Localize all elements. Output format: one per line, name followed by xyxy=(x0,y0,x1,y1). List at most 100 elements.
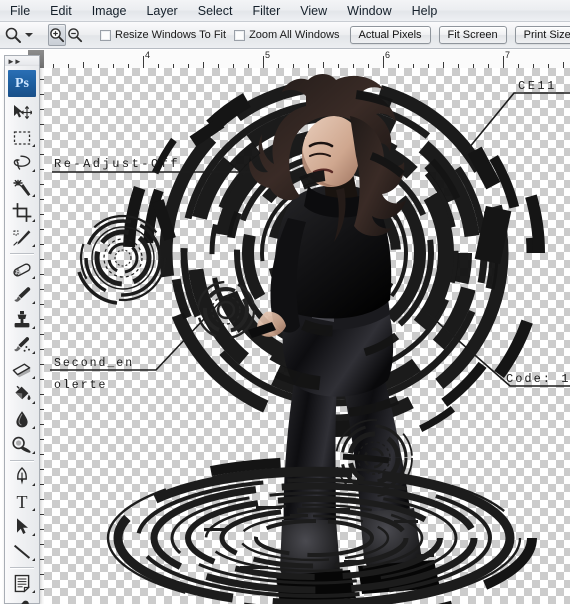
actual-pixels-button[interactable]: Actual Pixels xyxy=(349,26,431,44)
hud-label-top-left: Re-Adjust-Off xyxy=(54,157,178,171)
photoshop-logo-text: Ps xyxy=(15,75,29,91)
healing-brush-tool-icon xyxy=(13,262,31,277)
dodge-tool[interactable] xyxy=(5,432,39,457)
rectangular-marquee-tool[interactable] xyxy=(5,125,39,150)
toolbox-panel: Ps T xyxy=(4,66,40,604)
brush-tool-icon xyxy=(14,286,31,302)
photoshop-window: File Edit Image Layer Select Filter View… xyxy=(0,0,570,604)
artwork-layer: Re-Adjust-Off Second_en olerte CE11 Code… xyxy=(50,68,570,604)
expand-arrows-icon: ►► xyxy=(7,56,22,66)
fit-screen-button[interactable]: Fit Screen xyxy=(438,26,507,44)
eyedropper-tool-icon xyxy=(21,600,29,604)
zoom-in-icon xyxy=(50,28,65,43)
marquee-tool-icon xyxy=(13,130,31,145)
horizontal-ruler[interactable]: 4567 xyxy=(44,50,570,69)
menu-file[interactable]: File xyxy=(1,2,39,20)
clone-stamp-tool[interactable] xyxy=(5,307,39,332)
slice-tool[interactable] xyxy=(5,225,39,250)
flyout-indicator xyxy=(32,301,35,304)
menu-layer[interactable]: Layer xyxy=(137,2,186,20)
flyout-indicator xyxy=(32,401,35,404)
healing-brush-tool[interactable] xyxy=(5,257,39,282)
hud-label-mid-left: Second_en xyxy=(54,357,134,370)
flyout-indicator xyxy=(32,169,35,172)
flyout-indicator xyxy=(32,219,35,222)
history-brush-tool[interactable] xyxy=(5,332,39,357)
hud-label-bottom-right: Code: 1 xyxy=(506,372,570,386)
hud-leader-top-right xyxy=(463,92,570,155)
flyout-indicator xyxy=(32,426,35,429)
flyout-indicator xyxy=(32,533,35,536)
photoshop-logo: Ps xyxy=(8,70,36,97)
horizontal-type-tool[interactable]: T xyxy=(5,489,39,514)
flyout-indicator xyxy=(32,144,35,147)
flyout-indicator xyxy=(32,451,35,454)
line-tool-icon xyxy=(13,544,31,559)
flyout-indicator xyxy=(32,483,35,486)
zoom-in-button[interactable] xyxy=(48,24,66,46)
menu-edit[interactable]: Edit xyxy=(41,2,81,20)
eyedropper-tool[interactable] xyxy=(5,596,39,604)
flyout-indicator xyxy=(32,244,35,247)
menu-help[interactable]: Help xyxy=(403,2,447,20)
zoom-out-button[interactable] xyxy=(66,24,84,46)
flyout-indicator xyxy=(32,376,35,379)
notes-tool-icon xyxy=(14,574,30,593)
checkbox-resize-windows-to-fit[interactable]: Resize Windows To Fit xyxy=(100,29,226,41)
checkbox-box-resize-windows[interactable] xyxy=(100,29,111,41)
dodge-tool-icon xyxy=(12,436,31,453)
flyout-indicator xyxy=(32,276,35,279)
lasso-tool[interactable] xyxy=(5,150,39,175)
paint-bucket-tool[interactable] xyxy=(5,382,39,407)
menu-window[interactable]: Window xyxy=(338,2,400,20)
notes-tool[interactable] xyxy=(5,571,39,596)
type-tool-icon: T xyxy=(17,492,28,511)
active-tool-preset[interactable] xyxy=(4,24,22,46)
print-size-button[interactable]: Print Size xyxy=(514,26,570,44)
flyout-indicator xyxy=(32,194,35,197)
paint-bucket-tool-icon xyxy=(15,385,31,400)
magic-wand-tool[interactable] xyxy=(5,175,39,200)
zoom-tool-icon xyxy=(5,27,21,43)
crop-tool-icon xyxy=(12,203,32,222)
flyout-indicator xyxy=(32,351,35,354)
hud-dial-left xyxy=(77,214,167,305)
slice-tool-icon xyxy=(13,229,31,246)
options-bar: Resize Windows To Fit Zoom All Windows A… xyxy=(0,22,570,49)
checkbox-box-zoom-all-windows[interactable] xyxy=(234,29,246,41)
document-canvas[interactable]: Re-Adjust-Off Second_en olerte CE11 Code… xyxy=(44,68,570,604)
flyout-indicator xyxy=(32,590,35,593)
flyout-indicator xyxy=(32,508,35,511)
hud-label-top-right: CE11 xyxy=(518,79,557,93)
toolbox-divider-1 xyxy=(10,253,34,254)
blur-tool[interactable] xyxy=(5,407,39,432)
checkbox-label-resize-windows: Resize Windows To Fit xyxy=(115,29,227,41)
pen-tool-icon xyxy=(17,467,27,485)
move-tool[interactable] xyxy=(5,100,39,125)
line-tool[interactable] xyxy=(5,539,39,564)
checkbox-label-zoom-all-windows: Zoom All Windows xyxy=(249,29,340,41)
toolbox-divider-3 xyxy=(10,567,34,568)
clone-stamp-tool-icon xyxy=(14,311,30,328)
hud-label-mid-left-2: olerte xyxy=(54,379,107,392)
menu-filter[interactable]: Filter xyxy=(243,2,289,20)
crop-tool[interactable] xyxy=(5,200,39,225)
eraser-tool[interactable] xyxy=(5,357,39,382)
history-brush-tool-icon xyxy=(14,336,30,352)
eraser-tool-icon xyxy=(12,363,31,377)
chevron-down-icon[interactable] xyxy=(25,33,33,37)
menu-image[interactable]: Image xyxy=(83,2,136,20)
flyout-indicator xyxy=(32,326,35,329)
magic-wand-tool-icon xyxy=(13,179,31,196)
brush-tool[interactable] xyxy=(5,282,39,307)
flyout-indicator xyxy=(32,558,35,561)
pen-tool[interactable] xyxy=(5,464,39,489)
checkbox-zoom-all-windows[interactable]: Zoom All Windows xyxy=(234,29,340,41)
path-selection-tool-icon xyxy=(17,518,28,534)
menu-select[interactable]: Select xyxy=(189,2,242,20)
toolbox-divider-2 xyxy=(10,460,34,461)
move-tool-icon xyxy=(14,104,32,119)
blur-tool-icon xyxy=(16,411,28,428)
menu-view[interactable]: View xyxy=(291,2,336,20)
path-selection-tool[interactable] xyxy=(5,514,39,539)
